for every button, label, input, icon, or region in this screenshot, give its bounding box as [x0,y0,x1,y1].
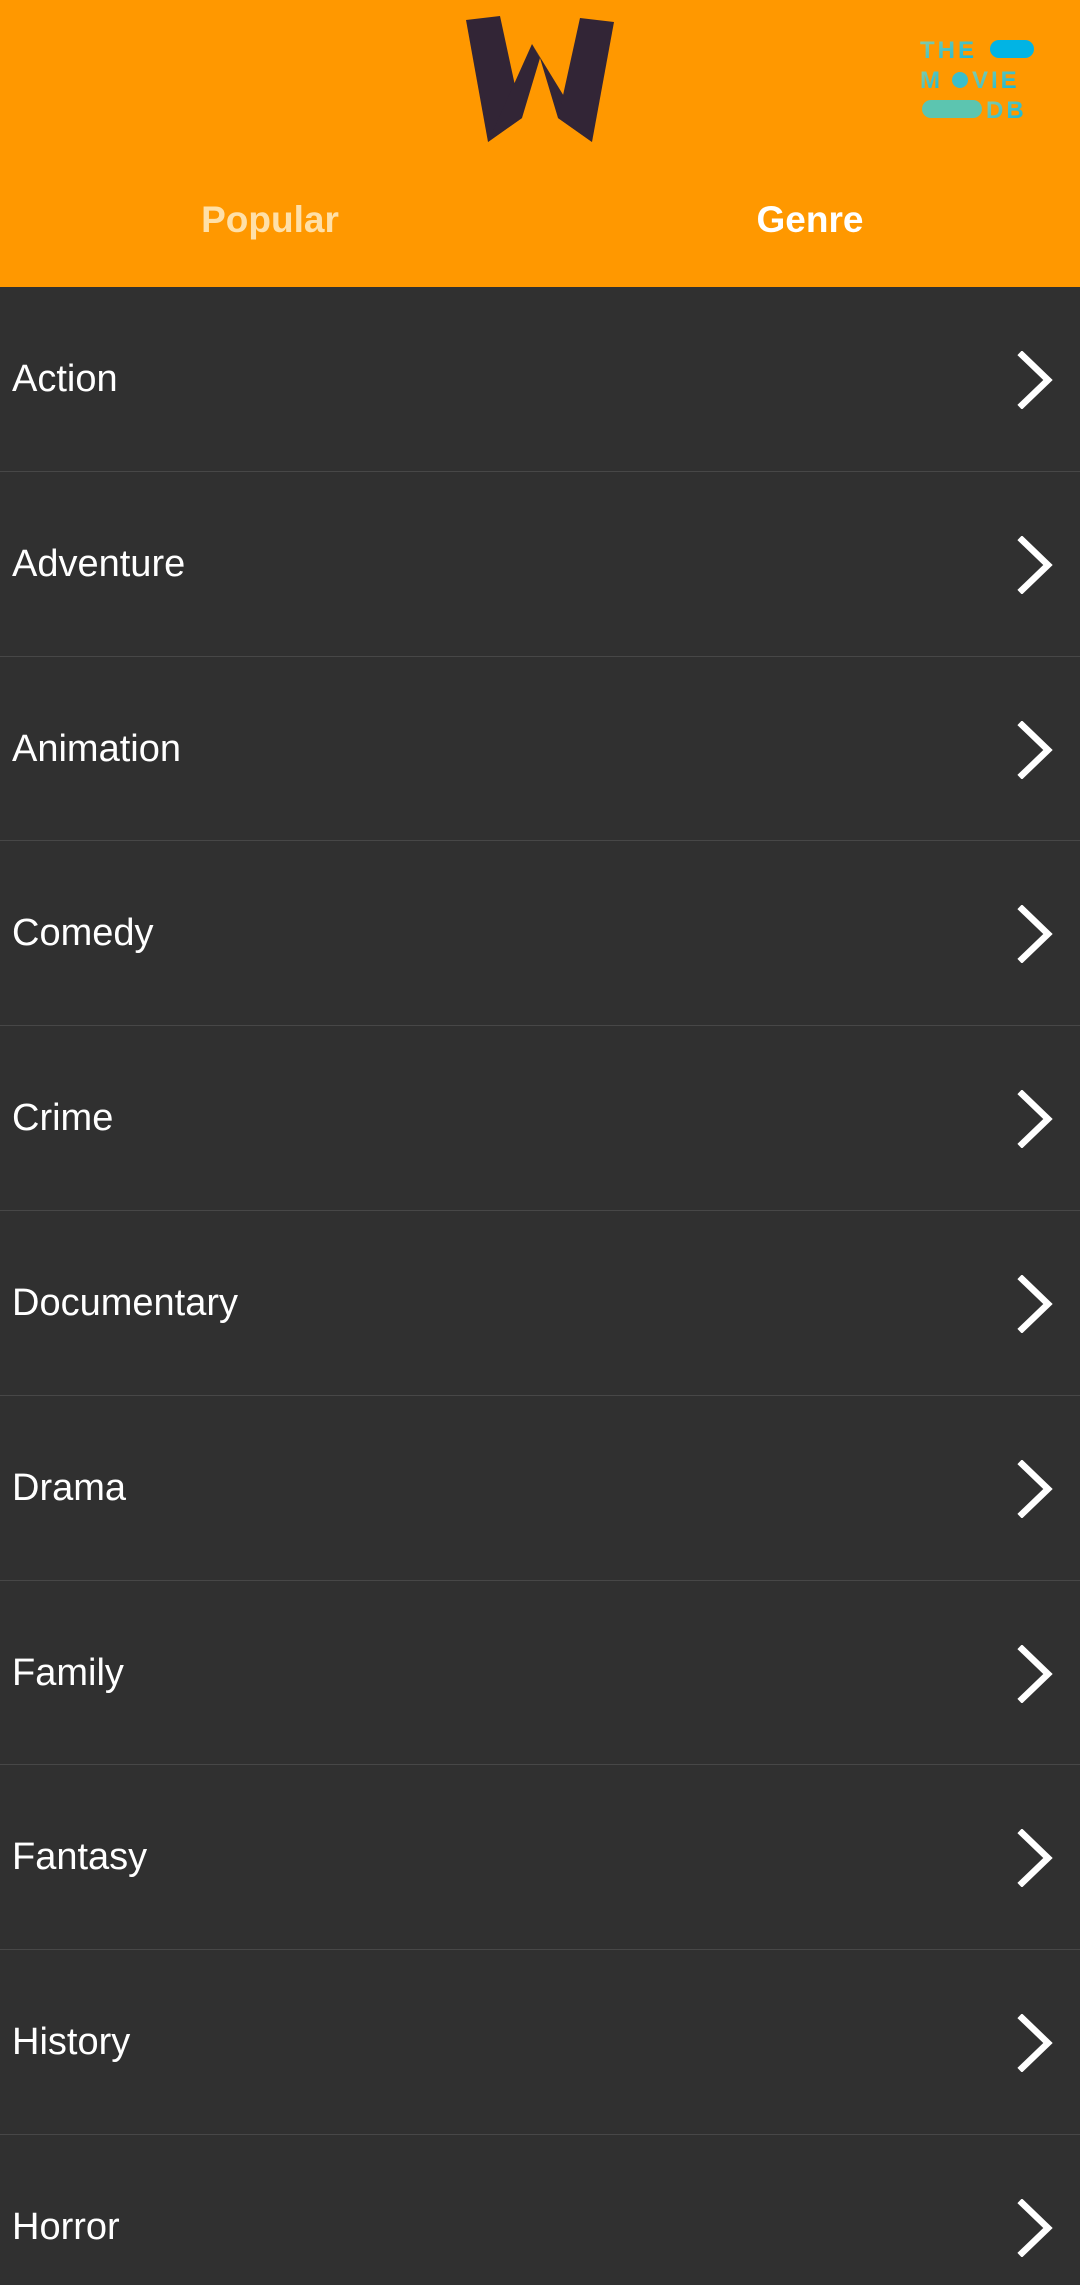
chevron-right-icon [1017,905,1053,964]
genre-label: Action [12,358,118,400]
genre-item-comedy[interactable]: Comedy [0,841,1080,1027]
genre-item-horror[interactable]: Horror [0,2135,1080,2285]
chevron-right-icon [1017,1459,1053,1518]
genre-label: Family [12,1651,124,1694]
genre-item-family[interactable]: Family [0,1581,1080,1766]
the-movie-db-logo-icon: THE M VIE DB [920,37,1034,124]
svg-text:M: M [920,67,943,94]
genre-label: History [12,2021,131,2064]
genre-item-drama[interactable]: Drama [0,1396,1080,1581]
svg-text:DB: DB [986,97,1027,124]
chevron-right-icon [1017,1090,1053,1149]
app-header: THE M VIE DB Popular Genre [0,0,1080,287]
w-logo-icon [466,16,614,142]
genre-label: Fantasy [12,1836,148,1879]
genre-label: Horror [12,2205,120,2248]
genre-item-history[interactable]: History [0,1950,1080,2135]
genre-item-action[interactable]: Action [0,287,1080,472]
svg-text:THE: THE [920,37,977,64]
chevron-right-icon [1017,1829,1053,1888]
genre-item-adventure[interactable]: Adventure [0,472,1080,657]
chevron-right-icon [1017,720,1053,779]
tab-genre[interactable]: Genre [540,190,1080,250]
chevron-right-icon [1017,1274,1053,1333]
svg-text:VIE: VIE [972,67,1020,94]
genre-label: Adventure [12,542,186,585]
chevron-right-icon [1017,351,1053,409]
chevron-right-icon [1017,535,1053,594]
genre-item-fantasy[interactable]: Fantasy [0,1765,1080,1951]
genre-label: Animation [12,727,181,770]
genre-item-crime[interactable]: Crime [0,1026,1080,1211]
genre-label: Drama [12,1466,127,1509]
genre-item-animation[interactable]: Animation [0,657,1080,842]
genre-label: Crime [12,1097,114,1140]
chevron-right-icon [1017,2198,1053,2257]
app-screen: THE M VIE DB Popular Genre Action Advent… [0,0,1080,2285]
genre-list: Action Adventure Animation Comedy Crime … [0,287,1080,2285]
genre-label: Documentary [12,1281,238,1324]
chevron-right-icon [1017,2014,1053,2073]
genre-item-documentary[interactable]: Documentary [0,1211,1080,1396]
tab-popular[interactable]: Popular [0,190,540,250]
genre-label: Comedy [12,912,154,955]
chevron-right-icon [1017,1644,1053,1703]
